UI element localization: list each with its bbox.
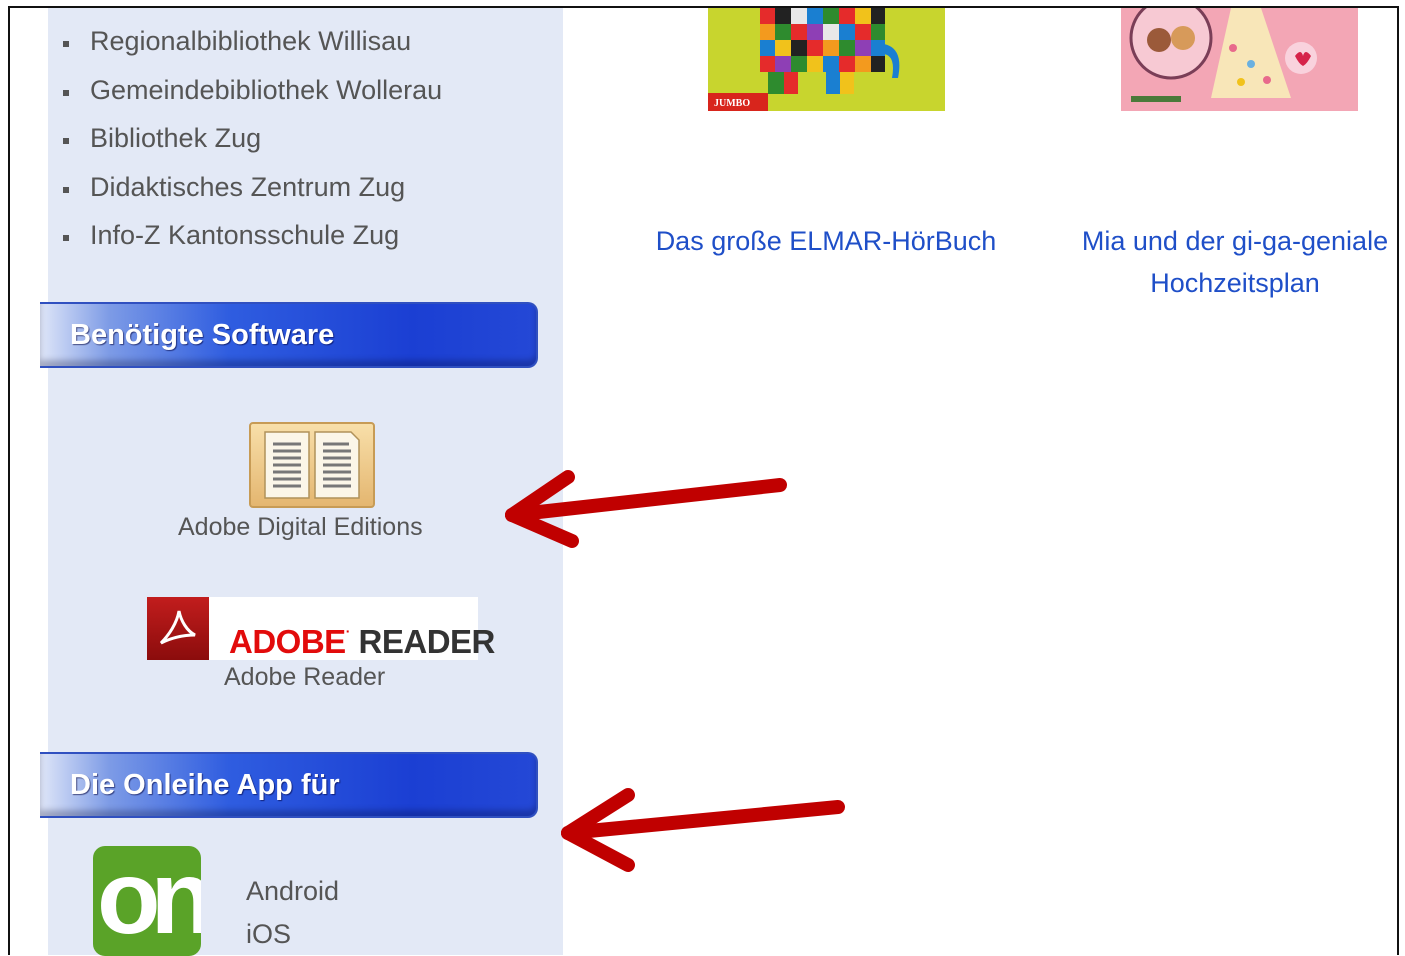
onleihe-logo-text: on xyxy=(97,846,201,956)
library-link[interactable]: Didaktisches Zentrum Zug xyxy=(48,172,442,221)
onleihe-app-icon[interactable]: on xyxy=(93,846,201,956)
ios-link[interactable]: iOS xyxy=(246,919,291,950)
adobe-reader-wordmark: ADOBE· READER xyxy=(229,623,496,660)
library-link[interactable]: Info-Z Kantonsschule Zug xyxy=(48,220,442,269)
arrow-annotation xyxy=(505,470,787,548)
book-title-line: Hochzeitsplan xyxy=(1150,268,1320,298)
adobe-digital-editions-link[interactable]: Adobe Digital Editions xyxy=(178,513,423,542)
pdf-icon xyxy=(147,597,209,660)
software-heading: Benötigte Software xyxy=(40,302,538,368)
library-link[interactable]: Bibliothek Zug xyxy=(48,123,442,172)
book-title-link[interactable]: Das große ELMAR-HörBuch xyxy=(640,220,1012,262)
library-link[interactable]: Regionalbibliothek Willisau xyxy=(48,26,442,75)
software-heading-label: Benötigte Software xyxy=(70,319,335,351)
library-list: Regionalbibliothek Willisau Gemeindebibl… xyxy=(48,26,442,269)
android-link[interactable]: Android xyxy=(246,876,339,907)
book-cover-elmar[interactable]: JUMBO xyxy=(708,8,945,111)
app-heading: Die Onleihe App für xyxy=(40,752,538,818)
adobe-reader-link[interactable]: Adobe Reader xyxy=(224,663,385,692)
wordmark-adobe: ADOBE xyxy=(229,623,346,660)
book-icon[interactable] xyxy=(249,422,375,508)
arrow-annotation xyxy=(561,788,845,872)
sidebar: Regionalbibliothek Willisau Gemeindebibl… xyxy=(40,8,563,956)
library-link[interactable]: Gemeindebibliothek Wollerau xyxy=(48,75,442,124)
wordmark-reader: READER xyxy=(358,623,496,660)
book-cover-mia[interactable] xyxy=(1121,8,1358,111)
adobe-reader-icon[interactable]: ADOBE· READER xyxy=(147,597,495,660)
cover-publisher-text: JUMBO xyxy=(714,98,750,109)
app-heading-label: Die Onleihe App für xyxy=(70,769,340,801)
book-title-link[interactable]: Mia und der gi-ga-geniale Hochzeitsplan xyxy=(1070,220,1400,304)
book-title-line: Mia und der gi-ga-geniale xyxy=(1081,226,1389,256)
